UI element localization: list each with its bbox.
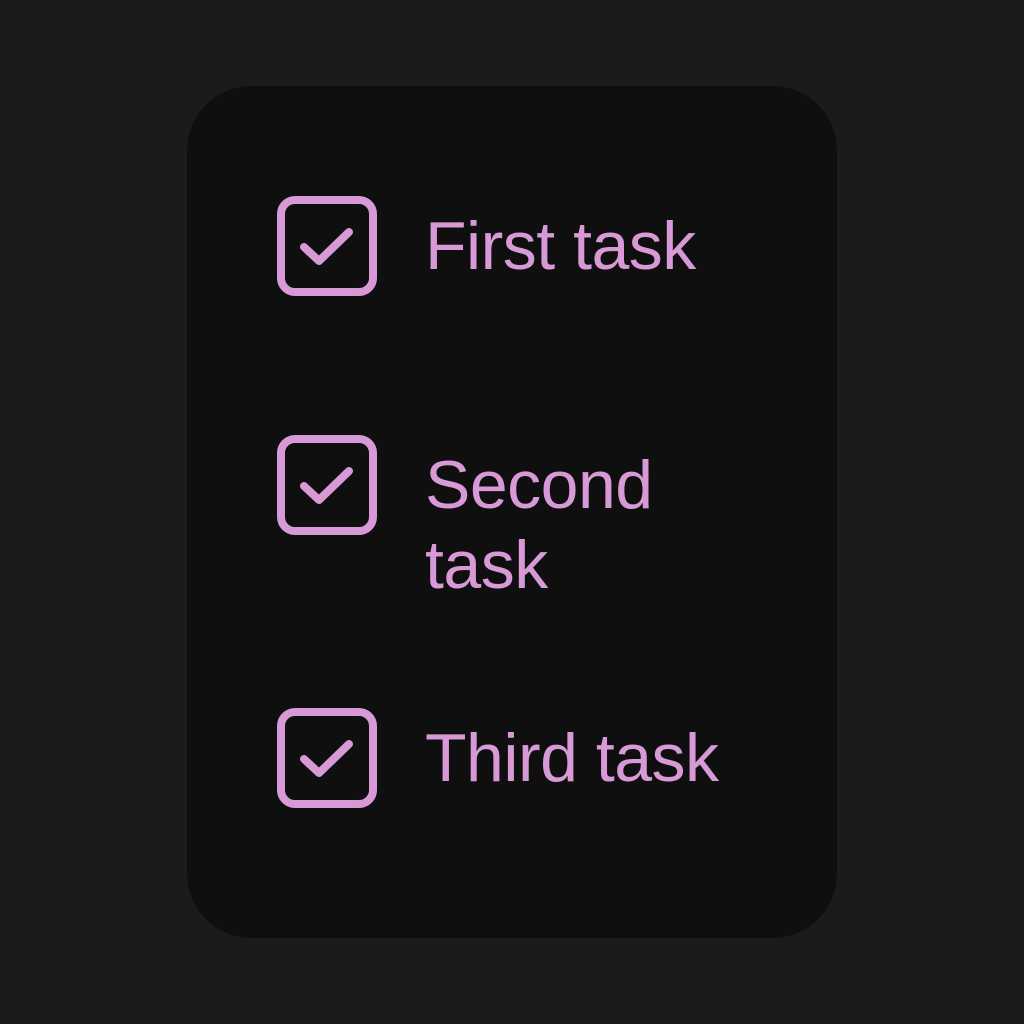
task-item[interactable]: Third task (277, 708, 797, 808)
task-item[interactable]: First task (277, 196, 797, 296)
task-item[interactable]: Second task (277, 435, 797, 605)
task-list-card: First task Second task Third task (187, 86, 837, 938)
task-checkbox[interactable] (277, 196, 377, 296)
checkmark-icon (277, 708, 377, 808)
task-label: Second task (425, 447, 653, 603)
task-checkbox[interactable] (277, 708, 377, 808)
task-checkbox[interactable] (277, 435, 377, 535)
task-label: Third task (425, 720, 719, 796)
checkmark-icon (277, 435, 377, 535)
task-label: First task (425, 208, 696, 284)
checkmark-icon (277, 196, 377, 296)
